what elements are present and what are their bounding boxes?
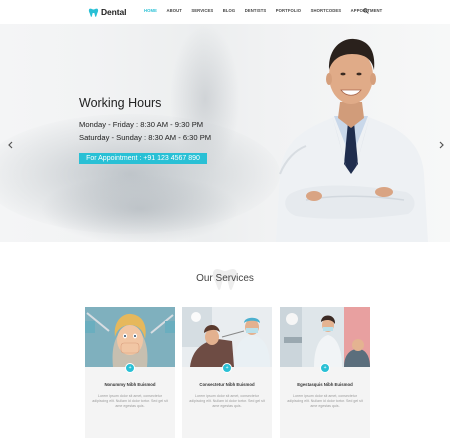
plus-icon[interactable]: + [320, 363, 330, 373]
search-icon[interactable] [363, 8, 369, 14]
service-image [280, 307, 370, 367]
hours-weekday: Monday - Friday : 8:30 AM - 9:30 PM [79, 120, 204, 129]
nav-about[interactable]: ABOUT [166, 8, 181, 13]
service-card[interactable]: + Consectetur Nibh Euismod Lorem ipsum d… [182, 307, 272, 438]
hero-slider: Working Hours Monday - Friday : 8:30 AM … [0, 24, 450, 242]
site-header: Dental HOME ABOUT SERVICES BLOG DENTISTS… [0, 0, 450, 24]
logo-text: Dental [101, 7, 127, 17]
hours-weekend: Saturday - Sunday : 8:30 AM - 6:30 PM [79, 133, 212, 142]
service-image [85, 307, 175, 367]
service-title: Nonummy Nibh Euismod [104, 382, 156, 387]
chevron-right-icon[interactable] [436, 139, 446, 151]
service-card[interactable]: + Egestasquis Nibh Euismod Lorem ipsum d… [280, 307, 370, 438]
nav-blog[interactable]: BLOG [223, 8, 236, 13]
section-title: Our Services [196, 273, 254, 284]
logo[interactable]: Dental [88, 6, 126, 18]
appointment-button[interactable]: For Appointment : +91 123 4567 890 [79, 153, 207, 164]
service-text: Lorem ipsum dolor sit amet, consectetur … [189, 394, 265, 409]
plus-icon[interactable]: + [222, 363, 232, 373]
chevron-left-icon[interactable] [6, 139, 16, 151]
service-title: Egestasquis Nibh Euismod [297, 382, 353, 387]
hero-title: Working Hours [79, 96, 162, 110]
background-blur [40, 174, 240, 242]
nav-portfolio[interactable]: PORTFOLIO [276, 8, 301, 13]
tooth-logo-icon [88, 8, 99, 17]
nav-home[interactable]: HOME [144, 8, 157, 13]
nav-services[interactable]: SERVICES [191, 8, 213, 13]
service-text: Lorem ipsum dolor sit amet, consectetur … [92, 394, 168, 409]
service-image [182, 307, 272, 367]
service-card[interactable]: + Nonummy Nibh Euismod Lorem ipsum dolor… [85, 307, 175, 438]
plus-icon[interactable]: + [125, 363, 135, 373]
background-blur [170, 24, 240, 174]
nav-dentists[interactable]: DENTISTS [245, 8, 267, 13]
nav-shortcodes[interactable]: SHORTCODES [311, 8, 342, 13]
doctor-photo [276, 38, 428, 242]
main-nav: HOME ABOUT SERVICES BLOG DENTISTS PORTFO… [144, 8, 392, 13]
service-title: Consectetur Nibh Euismod [199, 382, 255, 387]
service-text: Lorem ipsum dolor sit amet, consectetur … [287, 394, 363, 409]
